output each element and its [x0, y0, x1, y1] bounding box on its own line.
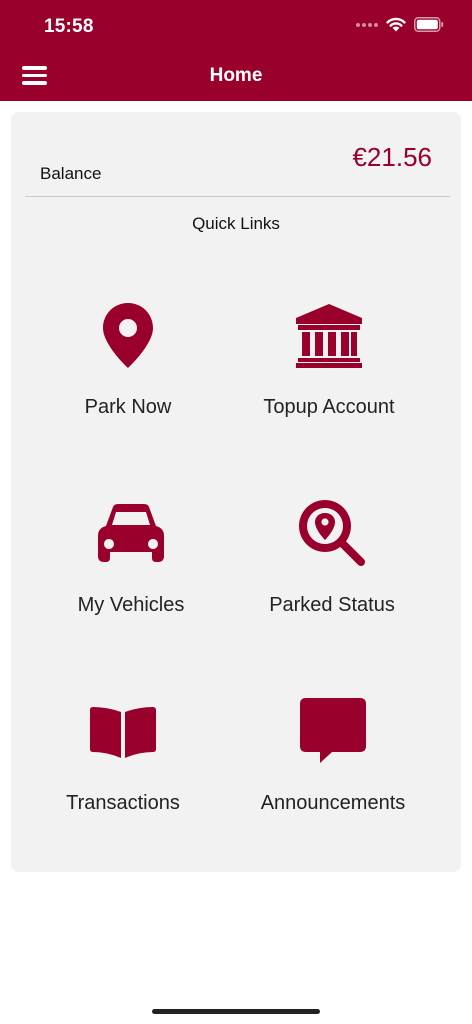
- car-icon: [98, 504, 164, 562]
- divider: [25, 196, 450, 197]
- announcements-label: Announcements: [260, 792, 406, 814]
- topup-account-link[interactable]: Topup Account: [229, 304, 429, 424]
- bank-icon: [296, 304, 362, 368]
- park-now-label: Park Now: [84, 396, 172, 418]
- my-vehicles-link[interactable]: My Vehicles: [31, 504, 231, 624]
- map-pin-icon: [103, 303, 153, 368]
- app-header: 15:58 Home: [0, 0, 472, 101]
- parked-status-label: Parked Status: [269, 594, 395, 616]
- search-location-icon: [299, 500, 365, 566]
- transactions-link[interactable]: Transactions: [23, 706, 223, 826]
- book-icon: [90, 707, 156, 758]
- park-now-link[interactable]: Park Now: [28, 302, 228, 422]
- battery-icon: [414, 17, 444, 32]
- announcements-link[interactable]: Announcements: [233, 698, 433, 818]
- status-icons: [356, 17, 444, 32]
- quick-links-title: Quick Links: [192, 214, 280, 233]
- status-time: 15:58: [44, 16, 94, 37]
- home-card: Balance €21.56 Quick Links Park Now Topu…: [11, 112, 461, 872]
- balance-label: Balance: [40, 164, 102, 183]
- topup-account-label: Topup Account: [263, 396, 395, 418]
- page-title: Home: [209, 65, 263, 86]
- speech-bubble-icon: [300, 698, 366, 763]
- parked-status-link[interactable]: Parked Status: [232, 500, 432, 620]
- transactions-label: Transactions: [66, 792, 180, 814]
- home-indicator[interactable]: [152, 1009, 320, 1014]
- my-vehicles-label: My Vehicles: [77, 594, 185, 616]
- balance-value: €21.56: [352, 142, 432, 172]
- signal-icon: [356, 22, 378, 27]
- wifi-icon: [386, 17, 406, 32]
